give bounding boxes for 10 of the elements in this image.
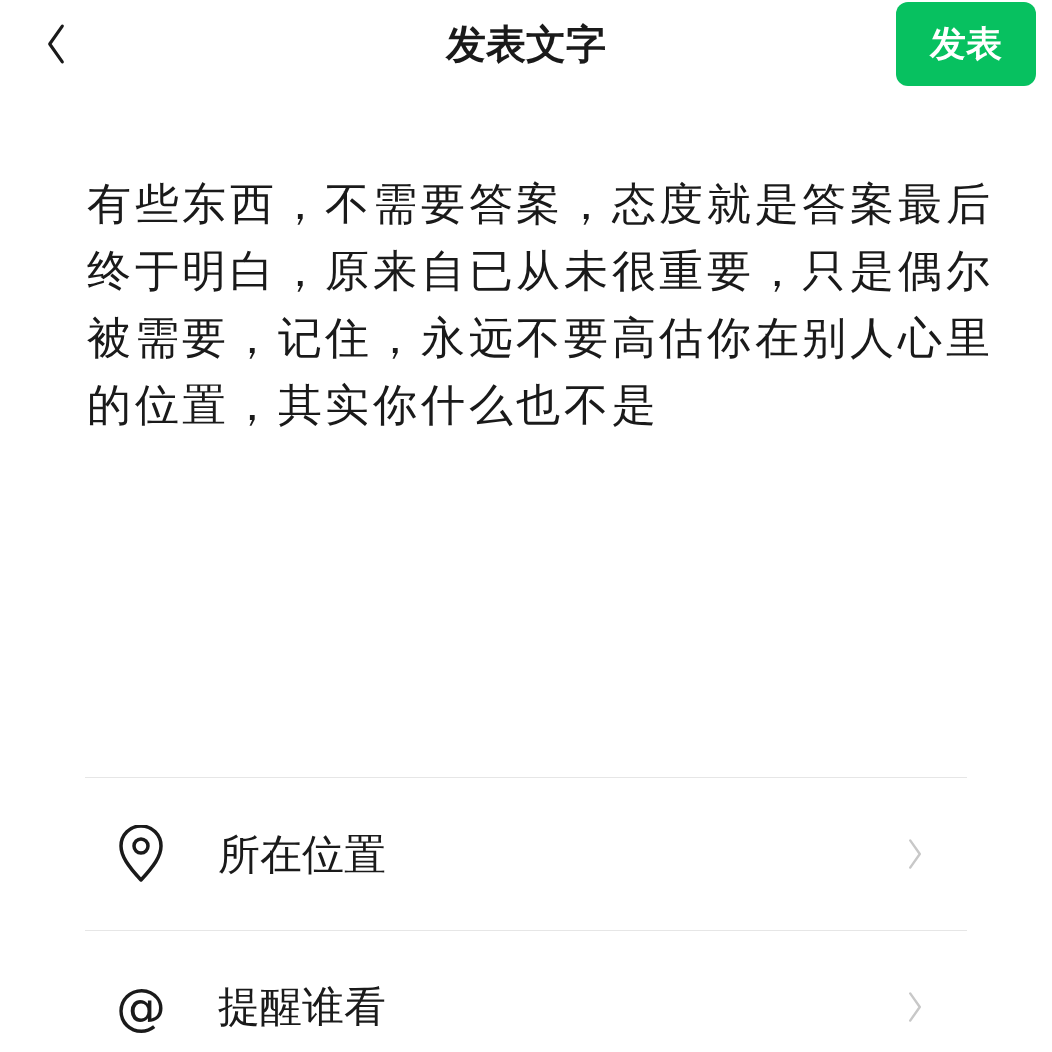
at-icon: @ [116, 981, 166, 1032]
post-text[interactable]: 有些东西，不需要答案，态度就是答案最后终于明白，原来自已从未很重要，只是偶尔被需要，记住，永远不要高估你在别人心里的位置，其实你什么也不是 [87, 170, 999, 438]
option-row[interactable]: 所在位置 [85, 778, 967, 930]
page-title: 发表文字 [446, 20, 606, 69]
option-label: 所在位置 [218, 828, 387, 881]
location-pin-icon [118, 825, 164, 883]
option-label: 提醒谁看 [218, 981, 387, 1033]
chevron-right-icon [907, 989, 923, 1024]
chevron-right-icon [907, 837, 923, 871]
option-row[interactable]: @ 提醒谁看 [85, 930, 967, 1052]
